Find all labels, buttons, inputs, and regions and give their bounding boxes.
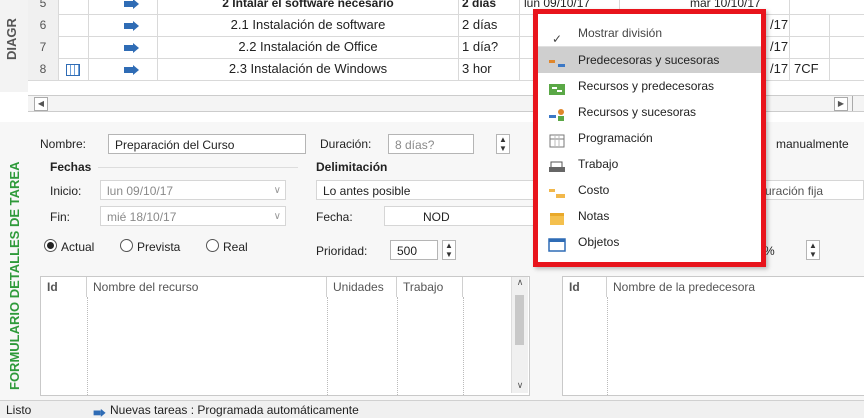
status-bar: Listo Nuevas tareas : Programada automát… (0, 400, 864, 418)
row-number: 5 (28, 0, 59, 14)
auto-schedule-icon (93, 408, 107, 417)
task-name[interactable]: 2.3 Instalación de Windows (158, 58, 459, 80)
scroll-up-icon[interactable]: ∧ (512, 277, 528, 288)
radio-actual[interactable]: Actual (44, 238, 94, 254)
menu-item-resources-successors[interactable]: Recursos y sucesoras (538, 99, 761, 125)
date-label: Fecha: (316, 210, 353, 224)
task-name-label: Nombre: (40, 137, 87, 151)
column-header: Unidades (327, 277, 397, 297)
menu-item-work[interactable]: Trabajo (538, 151, 761, 177)
column-header: Trabajo (397, 277, 463, 297)
objects-icon (548, 235, 566, 252)
task-duration[interactable]: 2 días (458, 0, 520, 14)
scroll-down-icon[interactable]: ∨ (512, 380, 528, 391)
task-name[interactable]: 2.1 Instalación de software (158, 14, 459, 36)
menu-item-notes[interactable]: Notas (538, 203, 761, 229)
scroll-thumb[interactable] (515, 295, 524, 345)
gantt-side-strip: DIAGR (0, 0, 29, 92)
percent-stepper[interactable]: ▲ ▼ (806, 240, 820, 260)
menu-item-show-split[interactable]: ✓ Mostrar división (538, 20, 761, 46)
vertical-scrollbar[interactable]: ∧ ∨ (511, 277, 528, 393)
constraint-date-field[interactable]: NOD (384, 206, 534, 226)
check-icon: ✓ (551, 32, 563, 46)
task-predecessors[interactable] (790, 14, 830, 36)
constraint-group-label: Delimitación (316, 160, 388, 174)
menu-item-objects[interactable]: Objetos (538, 229, 761, 255)
resources-successors-icon (548, 105, 566, 121)
priority-label: Prioridad: (316, 244, 368, 258)
auto-schedule-icon (124, 21, 140, 31)
scroll-right-icon[interactable]: ▶ (834, 97, 848, 111)
task-name-field[interactable]: Preparación del Curso (108, 134, 306, 154)
task-duration[interactable]: 1 día? (458, 36, 520, 58)
auto-schedule-icon (124, 43, 140, 53)
radio-icon[interactable] (120, 239, 133, 252)
status-ready: Listo (6, 403, 32, 417)
menu-item-cost[interactable]: Costo (538, 177, 761, 203)
radio-icon[interactable] (44, 239, 57, 252)
predecessors-table[interactable]: Id Nombre de la predecesora (562, 276, 864, 396)
finish-label: Fin: (50, 210, 71, 224)
notes-icon (548, 209, 566, 225)
priority-stepper[interactable]: ▲ ▼ (442, 240, 456, 260)
chevron-down-icon[interactable]: ∨ (274, 207, 281, 227)
split-view-menu[interactable]: ✓ Mostrar división Predecesoras y suceso… (533, 9, 766, 267)
calendar-grid-icon (66, 63, 80, 76)
task-name[interactable]: 2 Intalar el software necesario (158, 0, 459, 14)
menu-item-predecessors-successors[interactable]: Predecesoras y sucesoras (538, 47, 761, 73)
task-type-select[interactable]: uración fija (758, 180, 864, 200)
auto-schedule-icon (124, 65, 140, 75)
task-duration[interactable]: 2 días (458, 14, 520, 36)
auto-schedule-icon (124, 0, 140, 9)
radio-prevista[interactable]: Prevista (120, 238, 180, 254)
start-label: Inicio: (50, 184, 82, 198)
task-name[interactable]: 2.2 Instalación de Office (158, 36, 459, 58)
gantt-side-label: DIAGR (4, 18, 19, 60)
radio-icon[interactable] (206, 239, 219, 252)
finish-date-field[interactable]: mié 18/10/17 ∨ (100, 206, 286, 226)
task-duration[interactable]: 3 hor (458, 58, 520, 80)
row-number: 7 (28, 36, 59, 58)
radio-real[interactable]: Real (206, 238, 248, 254)
form-side-strip: FORMULARIO DETALLES DE TAREA (0, 122, 29, 400)
duration-label: Duración: (320, 137, 372, 151)
priority-field[interactable]: 500 (390, 240, 438, 260)
duration-stepper[interactable]: ▲ ▼ (496, 134, 510, 154)
constraint-type-select[interactable]: Lo antes posible (316, 180, 534, 200)
column-header: Id (41, 277, 87, 297)
scroll-left-icon[interactable]: ◀ (34, 97, 48, 111)
duration-field[interactable]: 8 días? (388, 134, 474, 154)
task-predecessors[interactable]: 7CF (790, 58, 830, 80)
column-header: Nombre de la predecesora (613, 280, 756, 294)
menu-item-schedule[interactable]: Programación (538, 125, 761, 151)
start-date-field[interactable]: lun 09/10/17 ∨ (100, 180, 286, 200)
task-predecessors[interactable] (790, 36, 830, 58)
schedule-icon (548, 131, 566, 148)
status-new-tasks[interactable]: Nuevas tareas : Programada automáticamen… (110, 403, 359, 417)
row-number: 8 (28, 58, 59, 80)
dates-group-label: Fechas (50, 160, 92, 174)
manual-label: manualmente (776, 137, 849, 151)
resources-table[interactable]: Id Nombre del recurso Unidades Trabajo ∧… (40, 276, 530, 396)
form-side-label: FORMULARIO DETALLES DE TAREA (7, 161, 22, 390)
column-header: Id (563, 277, 607, 297)
chevron-down-icon[interactable]: ∨ (274, 181, 281, 201)
row-number: 6 (28, 14, 59, 36)
work-icon (548, 157, 566, 172)
cost-icon (548, 183, 566, 198)
resources-predecessors-icon (548, 79, 566, 95)
menu-item-resources-predecessors[interactable]: Recursos y predecesoras (538, 73, 761, 99)
predecessor-successor-icon (548, 53, 566, 67)
column-header: Nombre del recurso (87, 277, 327, 297)
